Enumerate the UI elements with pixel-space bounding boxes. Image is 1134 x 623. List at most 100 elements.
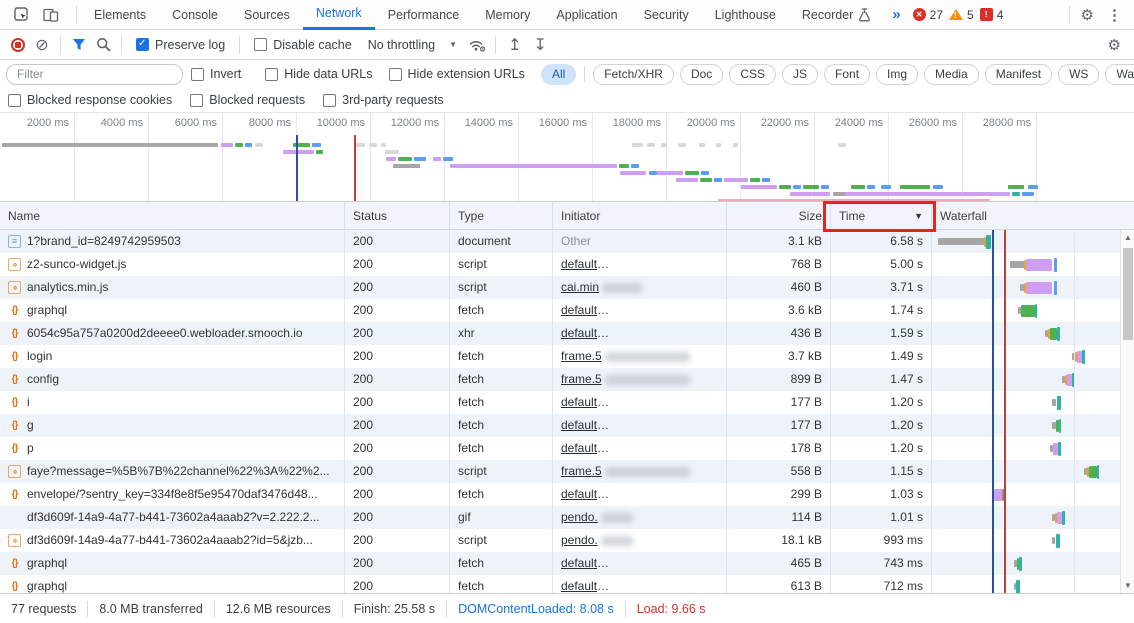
column-header-waterfall[interactable]: Waterfall (932, 202, 1134, 229)
disable-cache-checkbox[interactable]: Disable cache (254, 38, 352, 52)
record-button[interactable] (6, 33, 30, 57)
search-icon[interactable] (91, 33, 115, 57)
inspect-element-icon[interactable] (8, 3, 34, 27)
column-header-status[interactable]: Status (345, 202, 450, 229)
table-row[interactable]: {}6054c95a757a0200d2deeee0.webloader.smo… (0, 322, 1134, 345)
toolbar-divider-1 (60, 36, 61, 54)
tab-performance[interactable]: Performance (375, 0, 473, 30)
error-badge[interactable]: ✕ 27 (913, 8, 943, 22)
column-header-initiator[interactable]: Initiator (553, 202, 727, 229)
export-har-icon[interactable]: ↧ (527, 33, 552, 57)
blocked-requests-checkbox[interactable]: Blocked requests (190, 93, 305, 107)
filter-chip-font[interactable]: Font (824, 64, 870, 85)
kebab-menu-icon[interactable]: ⋮ (1101, 6, 1128, 24)
overview-request-bar (699, 143, 705, 147)
filter-chip-ws[interactable]: WS (1058, 64, 1099, 85)
filter-chip-css[interactable]: CSS (729, 64, 776, 85)
tab-application[interactable]: Application (543, 0, 630, 30)
resource-type-chips: All Fetch/XHR Doc CSS JS Font Img Media Manifest… (541, 64, 1134, 85)
throttling-dropdown[interactable]: No throttling ▼ (368, 38, 457, 52)
column-header-time[interactable]: Time ▼ (831, 202, 932, 229)
filter-chip-doc[interactable]: Doc (680, 64, 723, 85)
filter-input[interactable] (6, 64, 183, 85)
table-row[interactable]: {}graphql200fetchdefault465 B743 ms (0, 552, 1134, 575)
request-name: p (27, 437, 34, 460)
filter-chip-media[interactable]: Media (924, 64, 979, 85)
table-row[interactable]: {}p200fetchdefault178 B1.20 s (0, 437, 1134, 460)
table-row[interactable]: ≡1?brand_id=8249742959503200documentOthe… (0, 230, 1134, 253)
table-row[interactable]: df3d609f-14a9-4a77-b441-73602a4aaab2?v=2… (0, 506, 1134, 529)
settings-gear-icon[interactable]: ⚙ (1074, 6, 1101, 24)
network-settings-gear-icon[interactable]: ⚙ (1101, 33, 1128, 57)
scrollbar-thumb[interactable] (1123, 248, 1133, 340)
fetch-type-icon: {} (8, 488, 21, 501)
more-tabs-icon[interactable]: » (884, 6, 908, 23)
3rd-party-requests-checkbox[interactable]: 3rd-party requests (323, 93, 443, 107)
import-har-icon[interactable]: ↥ (502, 33, 527, 57)
device-toolbar-icon[interactable] (38, 3, 64, 27)
filter-toggle-icon[interactable] (67, 33, 91, 57)
tab-sources[interactable]: Sources (231, 0, 303, 30)
table-row[interactable]: {}envelope/?sentry_key=334f8e8f5e95470da… (0, 483, 1134, 506)
table-row[interactable]: ‹›faye?message=%5B%7B%22channel%22%3A%22… (0, 460, 1134, 483)
warning-badge[interactable]: 5 (949, 8, 974, 22)
column-header-size[interactable]: Size (727, 202, 831, 229)
tab-recorder[interactable]: Recorder (789, 0, 884, 30)
script-type-icon: ‹› (8, 281, 21, 294)
initiator-link[interactable]: default (561, 303, 609, 317)
hide-data-urls-checkbox[interactable]: Hide data URLs (265, 67, 372, 81)
table-row[interactable]: {}i200fetchdefault177 B1.20 s (0, 391, 1134, 414)
network-conditions-icon[interactable] (465, 33, 489, 57)
initiator-link[interactable]: frame.5 (561, 464, 602, 478)
initiator-link[interactable]: default (561, 326, 609, 340)
initiator-link[interactable]: default (561, 395, 609, 409)
table-row[interactable]: ‹›analytics.min.js200scriptcai.min460 B3… (0, 276, 1134, 299)
hide-extension-urls-checkbox[interactable]: Hide extension URLs (389, 67, 525, 81)
overview-request-bar (779, 185, 791, 189)
table-row[interactable]: {}g200fetchdefault177 B1.20 s (0, 414, 1134, 437)
initiator-link[interactable]: cai.min (561, 280, 599, 294)
initiator-link[interactable]: default (561, 487, 609, 501)
filter-chip-wasm[interactable]: Wasm (1105, 64, 1134, 85)
tab-network[interactable]: Network (303, 0, 375, 30)
filter-chip-img[interactable]: Img (876, 64, 918, 85)
tab-memory[interactable]: Memory (472, 0, 543, 30)
table-row[interactable]: ‹›df3d609f-14a9-4a77-b441-73602a4aaab2?i… (0, 529, 1134, 552)
initiator-link[interactable]: pendo. (561, 510, 598, 524)
initiator-link[interactable]: default (561, 579, 609, 593)
tab-elements[interactable]: Elements (81, 0, 159, 30)
initiator-link[interactable]: frame.5 (561, 372, 602, 386)
filter-chip-all[interactable]: All (541, 64, 576, 85)
preserve-log-checkbox[interactable]: Preserve log (136, 38, 225, 52)
initiator-link[interactable]: frame.5 (561, 349, 602, 363)
filter-chip-js[interactable]: JS (782, 64, 818, 85)
tab-lighthouse[interactable]: Lighthouse (702, 0, 789, 30)
clear-button[interactable]: ⊘ (30, 33, 54, 57)
cell-status: 200 (345, 368, 450, 391)
table-row[interactable]: {}config200fetchframe.5899 B1.47 s (0, 368, 1134, 391)
table-row[interactable]: {}graphql200fetchdefault613 B712 ms (0, 575, 1134, 593)
blocked-response-cookies-checkbox[interactable]: Blocked response cookies (8, 93, 172, 107)
invert-checkbox[interactable]: Invert (191, 67, 241, 81)
initiator-link[interactable]: pendo. (561, 533, 598, 547)
tab-console[interactable]: Console (159, 0, 231, 30)
scroll-down-icon[interactable]: ▼ (1121, 578, 1134, 593)
column-header-type[interactable]: Type (450, 202, 553, 229)
cell-initiator: default (553, 414, 727, 437)
issues-badge[interactable]: ! 4 (980, 8, 1004, 22)
overview-request-bar (369, 143, 377, 147)
filter-chip-fetch-xhr[interactable]: Fetch/XHR (593, 64, 674, 85)
table-row[interactable]: {}graphql200fetchdefault3.6 kB1.74 s (0, 299, 1134, 322)
tab-security[interactable]: Security (631, 0, 702, 30)
filter-chip-manifest[interactable]: Manifest (985, 64, 1052, 85)
table-row[interactable]: ‹›z2-sunco-widget.js200scriptdefault768 … (0, 253, 1134, 276)
initiator-link[interactable]: default (561, 441, 609, 455)
column-header-name[interactable]: Name (0, 202, 345, 229)
table-row[interactable]: {}login200fetchframe.53.7 kB1.49 s (0, 345, 1134, 368)
scroll-up-icon[interactable]: ▲ (1121, 230, 1134, 245)
initiator-link[interactable]: default (561, 257, 609, 271)
initiator-link[interactable]: default (561, 556, 609, 570)
vertical-scrollbar[interactable]: ▲ ▼ (1120, 230, 1134, 593)
initiator-link[interactable]: default (561, 418, 609, 432)
network-overview-timeline[interactable]: 2000 ms4000 ms6000 ms8000 ms10000 ms1200… (0, 113, 1134, 202)
